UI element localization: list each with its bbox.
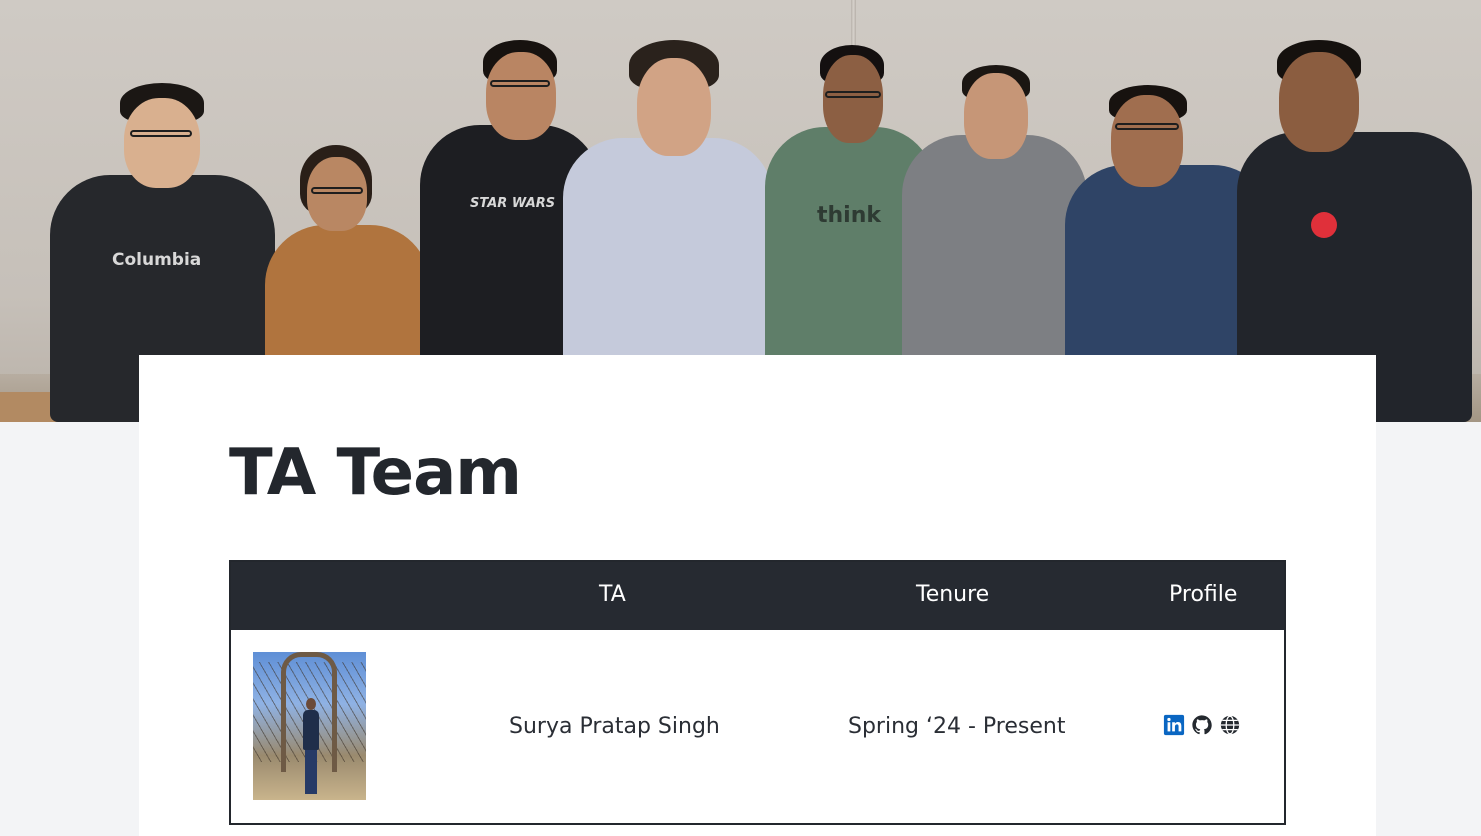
table-header: TA Tenure Profile <box>231 562 1284 630</box>
red-pin <box>1311 212 1337 238</box>
ta-table: TA Tenure Profile Surya Pratap Singh Spr… <box>229 560 1286 825</box>
profile-links <box>1163 714 1241 736</box>
header-ta: TA <box>599 582 626 607</box>
header-tenure: Tenure <box>916 582 990 607</box>
linkedin-icon[interactable] <box>1163 714 1185 736</box>
ta-photo <box>253 652 366 800</box>
header-profile: Profile <box>1169 582 1238 607</box>
content-card: TA Team TA Tenure Profile Surya Pratap S… <box>139 355 1376 836</box>
globe-icon[interactable] <box>1219 714 1241 736</box>
ta-tenure: Spring ‘24 - Present <box>848 714 1066 739</box>
hoodie-text: Columbia <box>112 250 202 270</box>
page-title: TA Team <box>229 436 522 510</box>
github-icon[interactable] <box>1191 714 1213 736</box>
hoodie-text: think <box>817 203 882 228</box>
hoodie-text: STAR WARS <box>470 196 556 211</box>
ta-name: Surya Pratap Singh <box>509 714 720 739</box>
table-row: Surya Pratap Singh Spring ‘24 - Present <box>231 630 1284 823</box>
